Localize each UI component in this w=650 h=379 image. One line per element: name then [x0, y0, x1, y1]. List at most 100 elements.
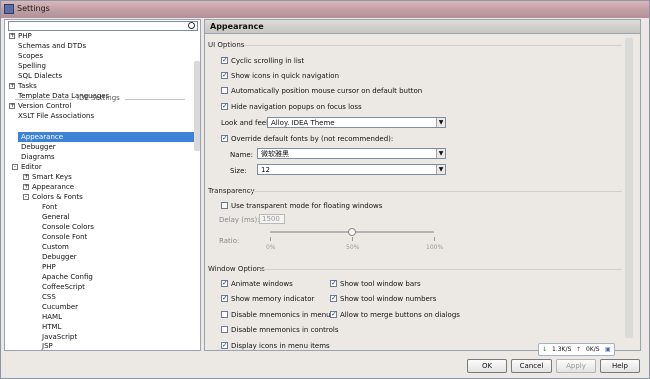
- tree-item-jsp[interactable]: JSP: [42, 341, 53, 351]
- checkbox-label: Allow to merge buttons on dialogs: [340, 311, 460, 319]
- checkbox-label: Use transparent mode for floating window…: [231, 202, 383, 210]
- tree-item-cucumber[interactable]: Cucumber: [42, 302, 78, 312]
- delay-input[interactable]: 1500: [259, 214, 285, 224]
- font-name-label: Name:: [230, 151, 254, 159]
- tree-item-custom[interactable]: Custom: [42, 242, 69, 252]
- checkbox-box[interactable]: [330, 309, 337, 319]
- search-input[interactable]: [8, 21, 198, 31]
- checkbox-box[interactable]: [221, 133, 228, 143]
- checkbox-label: Hide navigation popups on focus loss: [231, 103, 362, 111]
- apply-button[interactable]: Apply: [556, 359, 596, 373]
- tree-item-label: Appearance: [32, 183, 75, 191]
- checkbox-box[interactable]: [330, 278, 337, 288]
- checkbox-label: Override default fonts by (not recommend…: [231, 135, 394, 143]
- checkbox-label: Display icons in menu items: [231, 342, 330, 350]
- collapse-icon[interactable]: -: [23, 194, 29, 200]
- checkbox-box[interactable]: [221, 101, 228, 111]
- checkbox-label: Show tool window numbers: [340, 295, 437, 303]
- tree-item-appearance[interactable]: Appearance: [18, 132, 194, 142]
- copy-icon: ▣: [605, 346, 611, 353]
- ratio-slider-thumb[interactable]: [348, 228, 356, 236]
- settings-window: Settings + PHP Schemas and DTDs Scopes S…: [0, 0, 650, 379]
- checkbox-label: Cyclic scrolling in list: [231, 57, 305, 65]
- tree-item-cf-php[interactable]: PHP: [42, 262, 56, 272]
- window-options-label: Window Options: [208, 265, 265, 273]
- font-size-select[interactable]: 12 ▼: [257, 164, 446, 175]
- tree-item-debugger[interactable]: Debugger: [21, 142, 56, 152]
- checkbox-box[interactable]: [221, 326, 228, 333]
- ide-settings-label: IDE Settings: [77, 94, 120, 102]
- checkbox-box[interactable]: [221, 70, 228, 80]
- ok-button[interactable]: OK: [467, 359, 507, 373]
- slider-tick: [352, 237, 353, 241]
- download-speed: 1.3K/S: [552, 346, 572, 353]
- checkbox-label: Automatically position mouse cursor on d…: [231, 87, 423, 95]
- checkbox-box[interactable]: [221, 87, 228, 94]
- checkbox-box[interactable]: [221, 340, 228, 350]
- help-button[interactable]: Help: [600, 359, 640, 373]
- expand-icon[interactable]: +: [9, 83, 15, 89]
- tree-item-haml[interactable]: HAML: [42, 312, 62, 322]
- tree-item-label: Colors & Fonts: [32, 193, 83, 201]
- tree-item-cf-debugger[interactable]: Debugger: [42, 252, 77, 262]
- select-value: 微软雅黑: [261, 150, 289, 158]
- tree-item-html[interactable]: HTML: [42, 322, 61, 332]
- ui-options-label: UI Options: [208, 41, 245, 49]
- tick-label-0: 0%: [266, 244, 276, 251]
- expand-icon[interactable]: +: [23, 184, 29, 190]
- expand-icon[interactable]: +: [23, 174, 29, 180]
- tree-item-apache-config[interactable]: Apache Config: [42, 272, 93, 282]
- chevron-down-icon[interactable]: ▼: [436, 149, 445, 158]
- checkbox-label: Animate windows: [231, 280, 293, 288]
- tree-item-coffeescript[interactable]: CoffeeScript: [42, 282, 85, 292]
- app-icon: [4, 4, 14, 14]
- tree-item-css[interactable]: CSS: [42, 292, 56, 302]
- panel-title: Appearance: [210, 22, 264, 31]
- tree-item-label: Appearance: [21, 133, 64, 141]
- upload-arrow-icon: ↑: [576, 346, 582, 353]
- look-and-feel-select[interactable]: Alloy. IDEA Theme ▼: [267, 117, 446, 128]
- tree-item-schemas[interactable]: Schemas and DTDs: [18, 41, 86, 51]
- tree-item-font[interactable]: Font: [42, 202, 57, 212]
- tree-item-label: Smart Keys: [32, 173, 72, 181]
- tree-item-console-font[interactable]: Console Font: [42, 232, 87, 242]
- separator-line: [15, 99, 73, 100]
- tree-item-sql-dialects[interactable]: SQL Dialects: [18, 71, 62, 81]
- checkbox-box[interactable]: [221, 311, 228, 318]
- checkbox-label: Show icons in quick navigation: [231, 72, 340, 80]
- upload-speed: 0K/S: [586, 346, 600, 353]
- tree-item-scopes[interactable]: Scopes: [18, 51, 43, 61]
- chevron-down-icon[interactable]: ▼: [436, 165, 445, 174]
- ratio-label: Ratio:: [219, 237, 240, 245]
- collapse-icon[interactable]: -: [12, 164, 18, 170]
- checkbox-box[interactable]: [221, 293, 228, 303]
- tree-scrollbar[interactable]: [194, 61, 200, 151]
- tick-label-100: 100%: [426, 244, 444, 251]
- checkbox-box[interactable]: [221, 278, 228, 288]
- look-and-feel-label: Look and feel:: [221, 119, 271, 127]
- checkbox-label: Disable mnemonics in controls: [231, 326, 339, 334]
- group-divider: [258, 269, 622, 270]
- ide-settings-separator: IDE Settings: [15, 94, 185, 104]
- tree-item-spelling[interactable]: Spelling: [18, 61, 46, 71]
- tick-label-50: 50%: [346, 244, 360, 251]
- checkbox-box[interactable]: [221, 55, 228, 65]
- tree-item-label: PHP: [18, 33, 32, 40]
- checkbox-box[interactable]: [221, 202, 228, 209]
- cancel-button[interactable]: Cancel: [511, 359, 552, 373]
- checkbox-box[interactable]: [330, 293, 337, 303]
- panel-scrollbar[interactable]: [625, 38, 633, 338]
- window-title: Settings: [17, 4, 50, 13]
- tree-item-console-colors[interactable]: Console Colors: [42, 222, 94, 232]
- tree-item-xslt[interactable]: XSLT File Associations: [18, 111, 94, 121]
- tree-item-diagrams[interactable]: Diagrams: [21, 152, 55, 162]
- select-value: Alloy. IDEA Theme: [271, 119, 335, 127]
- download-arrow-icon: ↓: [542, 346, 548, 353]
- font-name-select[interactable]: 微软雅黑 ▼: [257, 148, 446, 159]
- chevron-down-icon[interactable]: ▼: [436, 118, 445, 127]
- tree-item-general[interactable]: General: [42, 212, 70, 222]
- expand-icon[interactable]: +: [9, 33, 15, 39]
- separator-line: [125, 99, 185, 100]
- network-status-widget: ↓ 1.3K/S ↑ 0K/S ▣: [538, 343, 615, 356]
- group-divider: [248, 191, 622, 192]
